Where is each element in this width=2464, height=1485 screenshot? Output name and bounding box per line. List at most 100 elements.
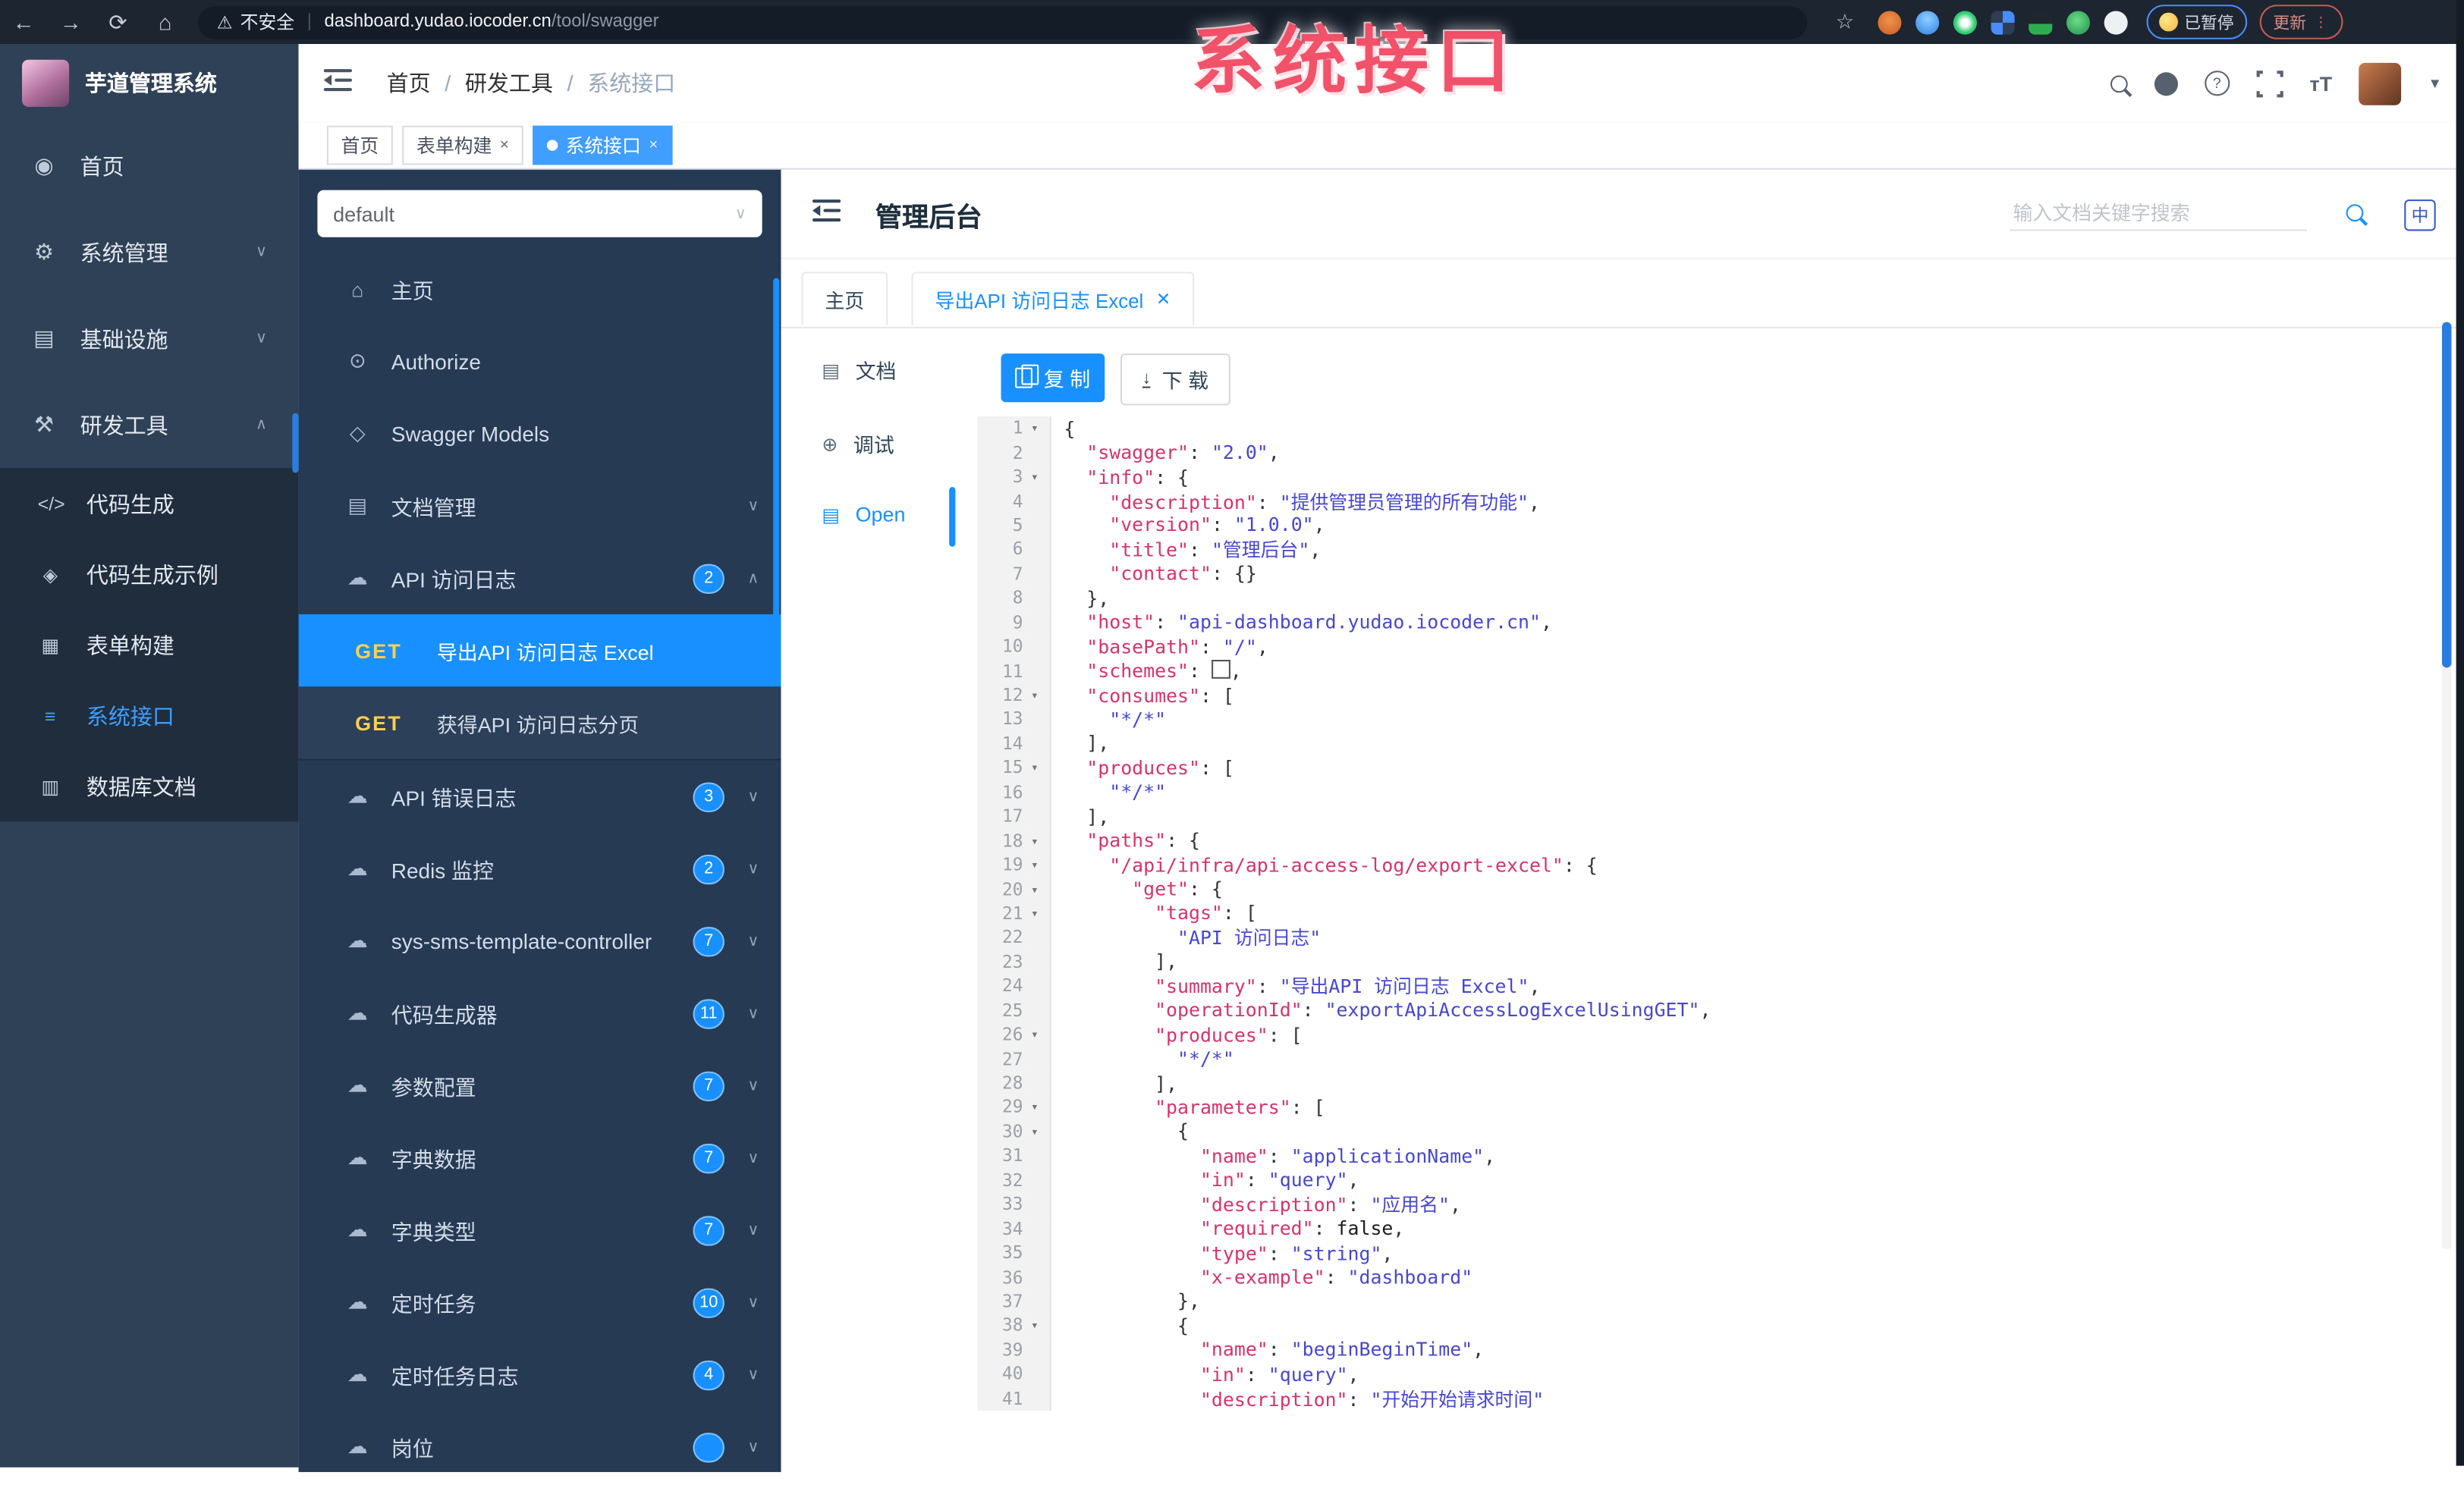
chevron-down-icon: ∨ [747, 860, 759, 878]
sidebar-item-系统管理[interactable]: ⚙系统管理∨ [0, 209, 299, 296]
fold-toggle-icon[interactable]: ▾ [1031, 1095, 1051, 1119]
sidebar-item-数据库文档[interactable]: ▥数据库文档 [0, 751, 299, 821]
api-operation[interactable]: GET获得API 访问日志分页 [299, 686, 781, 760]
main-scrollbar-thumb[interactable] [2442, 322, 2451, 668]
cloud-icon: ☁ [346, 1001, 369, 1026]
sidebar-scrollbar-thumb[interactable] [292, 413, 297, 473]
tag-view-tab[interactable]: 系统接口× [533, 126, 672, 165]
api-group-item[interactable]: ☁字典类型7∨ [299, 1194, 781, 1266]
home-icon[interactable]: ⌂ [141, 9, 188, 34]
fold-toggle-icon[interactable]: ▾ [1031, 756, 1051, 780]
bookmark-star-icon[interactable]: ☆ [1826, 9, 1864, 34]
extension-icon[interactable] [2104, 10, 2128, 33]
collapse-doc-menu-icon[interactable] [812, 198, 841, 231]
line-number: 4 [977, 489, 1030, 513]
group-select[interactable]: default ∨ [317, 190, 762, 237]
doc-side-item-文档[interactable]: ▤文档 [822, 355, 896, 385]
breadcrumb-item[interactable]: 研发工具 [465, 68, 553, 99]
api-group-item[interactable]: ⌂主页 [299, 253, 781, 325]
collapse-sidebar-icon[interactable] [324, 67, 352, 99]
doc-tab-导出API 访问日志 Excel[interactable]: 导出API 访问日志 Excel✕ [911, 272, 1194, 325]
api-group-item[interactable]: ◇Swagger Models [299, 397, 781, 469]
tag-view-tab[interactable]: 首页 [327, 126, 393, 165]
fullscreen-icon[interactable] [2256, 70, 2283, 96]
fold-toggle-icon[interactable]: ▾ [1031, 465, 1051, 489]
api-operation[interactable]: GET导出API 访问日志 Excel [299, 614, 781, 686]
help-icon[interactable]: ? [2205, 71, 2230, 96]
doc-side-item-Open[interactable]: ▤Open [822, 503, 905, 526]
api-group-item[interactable]: ☁API 访问日志2∧ [299, 542, 781, 614]
sidebar-item-系统接口[interactable]: ≡系统接口 [0, 680, 299, 751]
api-sidebar-scrollbar-thumb[interactable] [773, 278, 779, 652]
api-group-item[interactable]: ☁sys-sms-template-controller7∨ [299, 905, 781, 977]
tag-view-tab[interactable]: 表单构建× [402, 126, 523, 165]
extension-icon[interactable] [1878, 10, 1901, 33]
fold-toggle-icon[interactable]: ▾ [1031, 1119, 1051, 1144]
api-group-item[interactable]: ☁API 错误日志3∨ [299, 761, 781, 833]
fold-toggle-icon[interactable]: ▾ [1031, 1314, 1051, 1338]
breadcrumb-item[interactable]: 系统接口 [587, 68, 675, 99]
sidebar-item-代码生成示例[interactable]: ◈代码生成示例 [0, 539, 299, 610]
font-size-icon[interactable]: тT [2310, 71, 2333, 95]
close-icon[interactable]: × [500, 137, 509, 154]
extension-icon[interactable] [1991, 10, 2015, 33]
api-group-item[interactable]: ☁代码生成器11∨ [299, 977, 781, 1049]
code-text: "produces": [ [1051, 757, 1234, 779]
reload-icon[interactable]: ⟳ [94, 8, 141, 35]
sidebar-item-基础设施[interactable]: ▤基础设施∨ [0, 295, 299, 381]
github-icon[interactable] [2154, 71, 2177, 95]
extension-icon[interactable] [1916, 10, 1939, 33]
cloud-icon: ☁ [346, 784, 369, 809]
api-group-item[interactable]: ☁岗位∨ [299, 1411, 781, 1472]
sidebar-item-label: 研发工具 [80, 410, 168, 441]
api-group-item[interactable]: ☁字典数据7∨ [299, 1122, 781, 1194]
language-switch-icon[interactable]: 中 [2404, 199, 2435, 231]
fold-toggle-icon[interactable]: ▾ [1031, 416, 1051, 441]
chevron-down-icon[interactable]: ▼ [2428, 75, 2442, 91]
code-editor[interactable]: 1▾{2 "swagger": "2.0",3▾ "info": {4 "des… [977, 416, 2426, 1419]
fold-toggle-icon[interactable]: ▾ [1031, 683, 1051, 708]
address-bar[interactable]: ⚠ 不安全 | dashboard.yudao.iocoder.cn/tool/… [198, 5, 1807, 39]
breadcrumb-item[interactable]: 首页 [387, 68, 431, 99]
sidebar-item-表单构建[interactable]: ▦表单构建 [0, 610, 299, 680]
api-group-item[interactable]: ☁定时任务日志4∨ [299, 1339, 781, 1411]
fold-gutter [1031, 1265, 1051, 1289]
browser-update-button[interactable]: 更新 ⋮ [2259, 5, 2343, 39]
sidebar-item-代码生成[interactable]: </>代码生成 [0, 468, 299, 538]
sidebar-item-首页[interactable]: ◉首页 [0, 123, 299, 209]
doc-search-input[interactable] [2010, 198, 2307, 231]
brand-logo [22, 60, 69, 107]
api-group-label: 代码生成器 [391, 997, 498, 1028]
search-icon[interactable] [2110, 74, 2127, 92]
copy-button[interactable]: 复 制 [1001, 353, 1105, 402]
extension-icon[interactable] [1953, 10, 1977, 33]
api-group-item[interactable]: ☁定时任务10∨ [299, 1267, 781, 1339]
api-group-item[interactable]: ☁参数配置7∨ [299, 1050, 781, 1122]
doc-tab-主页[interactable]: 主页 [801, 272, 888, 325]
database-icon: ▥ [38, 775, 63, 797]
sidebar-item-研发工具[interactable]: ⚒研发工具∧ [0, 381, 299, 468]
extension-icon[interactable] [2029, 10, 2052, 33]
close-icon[interactable]: × [649, 137, 658, 154]
api-group-item[interactable]: ⊙Authorize [299, 325, 781, 397]
fold-toggle-icon[interactable]: ▾ [1031, 901, 1051, 925]
fold-toggle-icon[interactable]: ▾ [1031, 829, 1051, 853]
fold-toggle-icon[interactable]: ▾ [1031, 1022, 1051, 1047]
back-icon[interactable]: ← [0, 9, 47, 34]
code-text: "produces": [ [1051, 1024, 1303, 1046]
download-button[interactable]: ↓ 下 载 [1120, 353, 1230, 405]
code-line: 29▾ "parameters": [ [977, 1095, 2426, 1119]
extension-icon[interactable] [2066, 10, 2090, 33]
doc-side-item-调试[interactable]: ⊕调试 [822, 429, 894, 459]
api-group-item[interactable]: ▤文档管理∨ [299, 469, 781, 542]
fold-toggle-icon[interactable]: ▾ [1031, 878, 1051, 902]
brand-header[interactable]: 芋道管理系统 [0, 44, 299, 123]
paused-extension-pill[interactable]: 已暂停 [2147, 5, 2247, 39]
api-group-item[interactable]: ☁Redis 监控2∨ [299, 833, 781, 905]
close-icon[interactable]: ✕ [1156, 289, 1171, 309]
fold-toggle-icon[interactable]: ▾ [1031, 853, 1051, 878]
avatar[interactable] [2359, 62, 2401, 105]
doc-search-icon[interactable] [2346, 204, 2364, 221]
forward-icon[interactable]: → [47, 9, 94, 34]
fold-gutter [1031, 1144, 1051, 1168]
